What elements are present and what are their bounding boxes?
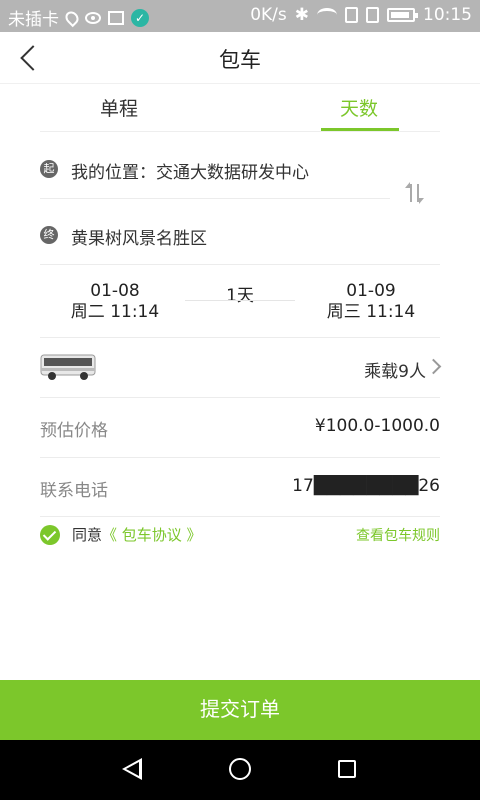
end-weekday-time: 周三 11:14 <box>326 302 416 322</box>
duration-label[interactable]: 1天 <box>185 281 295 306</box>
clock: 10:15 <box>423 5 472 25</box>
divider <box>40 516 440 517</box>
end-location-text: 黄果树风景名胜区 <box>71 229 207 249</box>
active-tab-indicator <box>321 128 399 131</box>
sim-icon <box>345 7 358 23</box>
swap-locations-icon[interactable] <box>403 180 427 206</box>
end-marker-icon: 终 <box>40 226 58 244</box>
app-header: 包车 <box>0 32 480 84</box>
tab-one-way[interactable]: 单程 <box>100 94 138 121</box>
end-location-row[interactable]: 终 黄果树风景名胜区 <box>40 224 440 249</box>
start-location-text: 我的位置：交通大数据研发中心 <box>71 163 309 183</box>
phone-label: 联系电话 <box>40 481 108 501</box>
submit-order-button[interactable]: 提交订单 <box>0 680 480 740</box>
location-icon <box>62 8 82 27</box>
nav-recent-apps-icon[interactable] <box>338 760 356 778</box>
start-marker-icon: 起 <box>40 160 58 178</box>
page-title: 包车 <box>219 48 261 72</box>
divider <box>40 198 390 199</box>
check-badge-icon: ✓ <box>131 8 149 27</box>
charter-agreement-link[interactable]: 《 包车协议 》 <box>102 526 202 544</box>
agree-checkbox[interactable] <box>40 525 60 545</box>
start-location-row[interactable]: 起 我的位置：交通大数据研发中心 <box>40 158 440 183</box>
end-datetime[interactable]: 01-09 周三 11:14 <box>316 281 426 323</box>
divider <box>40 397 440 398</box>
battery-icon <box>387 8 418 22</box>
charter-rules-link[interactable]: 查看包车规则 <box>356 525 440 545</box>
net-speed: 0K/s <box>250 5 287 25</box>
start-datetime[interactable]: 01-08 周二 11:14 <box>60 281 170 323</box>
status-bar: 未插卡 ✓ 0K/s ✱ 10:15 <box>0 0 480 32</box>
agree-prefix: 同意 <box>72 526 103 544</box>
start-weekday-time: 周二 11:14 <box>70 302 160 322</box>
phone-value[interactable]: 17████████26 <box>292 476 440 496</box>
sim2-icon <box>366 7 379 23</box>
divider <box>40 457 440 458</box>
price-value: ¥100.0-1000.0 <box>314 416 440 436</box>
start-date: 01-08 <box>90 281 140 301</box>
vehicle-capacity[interactable]: 乘载9人 <box>364 357 426 382</box>
system-nav-bar <box>0 740 480 800</box>
divider <box>40 264 440 265</box>
eye-icon <box>85 11 101 24</box>
price-label: 预估价格 <box>40 421 108 441</box>
bluetooth-icon: ✱ <box>294 5 309 25</box>
wifi-icon <box>317 8 337 22</box>
carrier-label: 未插卡 <box>8 10 59 30</box>
bus-icon <box>40 354 96 380</box>
nav-home-icon[interactable] <box>229 758 251 780</box>
tab-bar: 单程 天数 <box>40 84 440 132</box>
end-date: 01-09 <box>346 281 396 301</box>
chevron-right-icon[interactable] <box>428 360 440 372</box>
nav-back-icon[interactable] <box>122 758 142 780</box>
agreement-text: 同意《 包车协议 》 <box>72 524 202 545</box>
divider <box>40 337 440 338</box>
tab-days[interactable]: 天数 <box>340 94 378 121</box>
duration-line <box>185 300 295 301</box>
image-icon <box>108 10 124 25</box>
